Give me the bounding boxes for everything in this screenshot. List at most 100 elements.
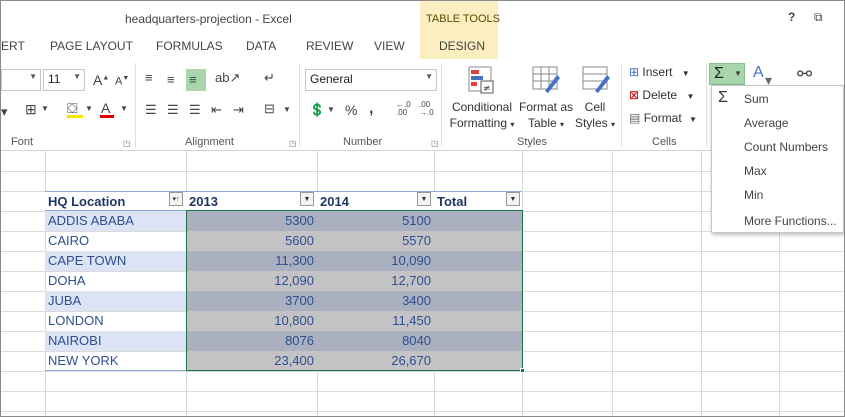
font-color-dropdown-icon[interactable]: ▼ bbox=[120, 105, 128, 113]
excel-window: headquarters-projection - Excel TABLE TO… bbox=[0, 0, 845, 417]
sort-filter-icon[interactable]: A bbox=[753, 65, 764, 81]
align-right-icon[interactable]: ☰ bbox=[189, 103, 201, 116]
delete-icon: ⊠ bbox=[629, 88, 640, 102]
table-tools-label: TABLE TOOLS bbox=[426, 13, 500, 25]
table-row-location[interactable]: ADDIS ABABA bbox=[45, 211, 186, 231]
cell-styles-button[interactable]: Cell Styles ▾ bbox=[573, 99, 617, 133]
table-row-location[interactable]: DOHA bbox=[45, 271, 186, 291]
decrease-indent-icon[interactable]: ⇤ bbox=[211, 103, 222, 116]
separator bbox=[706, 63, 707, 147]
autosum-dropdown-icon: ▼ bbox=[734, 69, 742, 78]
format-icon: ▤ bbox=[629, 111, 641, 125]
separator bbox=[441, 63, 442, 147]
header-2013[interactable]: 2013 bbox=[186, 191, 317, 211]
top-align-icon[interactable]: ≡ bbox=[145, 71, 153, 84]
separator bbox=[299, 63, 300, 147]
tab-formulas[interactable]: FORMULAS bbox=[156, 39, 223, 53]
center-icon[interactable]: ☰ bbox=[167, 103, 179, 116]
menu-item-more-functions[interactable]: More Functions... bbox=[744, 214, 837, 228]
comma-style-button[interactable]: , bbox=[369, 101, 373, 117]
percent-style-button[interactable]: % bbox=[345, 103, 357, 117]
number-group-label: Number bbox=[343, 136, 383, 148]
fill-handle[interactable] bbox=[520, 368, 525, 373]
shrink-font-button[interactable]: A▼ bbox=[115, 75, 129, 88]
filter-dropdown-icon[interactable]: ▼ bbox=[417, 192, 431, 206]
merge-dropdown-icon[interactable]: ▼ bbox=[283, 106, 291, 114]
format-as-table-button[interactable]: Format as Table ▾ bbox=[517, 99, 575, 133]
font-dialog-launcher[interactable]: ◳ bbox=[123, 139, 131, 148]
alignment-group-label: Alignment bbox=[185, 136, 234, 148]
sum-sigma-icon: Σ bbox=[718, 89, 728, 106]
middle-align-icon[interactable]: ≡ bbox=[167, 73, 175, 86]
orientation-icon[interactable]: ab↗ bbox=[215, 71, 240, 84]
borders-icon[interactable]: ⊞ bbox=[25, 102, 37, 116]
menu-item-min[interactable]: Min bbox=[744, 188, 763, 202]
menu-item-average[interactable]: Average bbox=[744, 116, 788, 130]
font-size-value: 11 bbox=[48, 72, 61, 86]
accounting-format-icon[interactable]: 💲 bbox=[309, 103, 325, 116]
increase-decimal-button[interactable]: ←.0 .00 bbox=[396, 101, 411, 117]
format-dropdown-icon: ▼ bbox=[689, 115, 697, 124]
cells-group-label: Cells bbox=[652, 136, 677, 148]
table-row-location[interactable]: NEW YORK bbox=[45, 351, 186, 371]
ribbon-display-options-button[interactable]: ⧉ bbox=[814, 10, 823, 25]
header-hq-location[interactable]: HQ Location bbox=[45, 191, 186, 211]
format-cells-button[interactable]: ▤ Format ▼ bbox=[629, 111, 697, 125]
table-row-location[interactable]: JUBA bbox=[45, 291, 186, 311]
delete-cells-button[interactable]: ⊠ Delete ▼ bbox=[629, 88, 694, 102]
alignment-dialog-launcher[interactable]: ◳ bbox=[289, 139, 297, 148]
table-row-location[interactable]: CAPE TOWN bbox=[45, 251, 186, 271]
filter-sorted-icon[interactable]: ▾↑ bbox=[169, 192, 183, 206]
styles-group-label: Styles bbox=[517, 136, 547, 148]
find-select-icon[interactable]: ⚯ bbox=[797, 65, 812, 83]
table-row-location[interactable]: CAIRO bbox=[45, 231, 186, 251]
table-row-location[interactable]: LONDON bbox=[45, 311, 186, 331]
font-group-label: Font bbox=[11, 136, 34, 148]
wrap-text-icon[interactable]: ↵ bbox=[264, 71, 275, 84]
underline-dropdown-icon[interactable]: ▾ bbox=[1, 105, 8, 118]
accounting-dropdown-icon[interactable]: ▼ bbox=[327, 106, 335, 114]
tab-review[interactable]: REVIEW bbox=[306, 39, 353, 53]
tab-design[interactable]: DESIGN bbox=[439, 39, 485, 53]
row-line bbox=[1, 391, 844, 392]
cell-styles-icon bbox=[582, 66, 610, 93]
menu-item-max[interactable]: Max bbox=[744, 164, 767, 178]
borders-dropdown-icon[interactable]: ▼ bbox=[41, 105, 49, 113]
format-as-table-icon bbox=[532, 66, 560, 93]
tab-page-layout[interactable]: PAGE LAYOUT bbox=[50, 39, 133, 53]
font-size-combo[interactable]: 11 ▼ bbox=[43, 69, 85, 91]
selection-range-border bbox=[186, 210, 523, 371]
number-dialog-launcher[interactable]: ◳ bbox=[431, 139, 439, 148]
filter-dropdown-icon[interactable]: ▼ bbox=[506, 192, 520, 206]
font-color-icon[interactable]: A bbox=[101, 101, 110, 115]
help-button[interactable]: ? bbox=[788, 10, 795, 24]
conditional-formatting-icon: ≠ bbox=[468, 66, 494, 94]
table-row-location[interactable]: NAIROBI bbox=[45, 331, 186, 351]
insert-cells-button[interactable]: ⊞ Insert ▼ bbox=[629, 65, 690, 79]
row-line bbox=[1, 411, 844, 412]
fill-color-icon[interactable]: ⛋ bbox=[67, 101, 78, 115]
filter-dropdown-icon[interactable]: ▼ bbox=[300, 192, 314, 206]
tab-view[interactable]: VIEW bbox=[374, 39, 405, 53]
fill-color-dropdown-icon[interactable]: ▼ bbox=[85, 105, 93, 113]
tab-data[interactable]: DATA bbox=[246, 39, 276, 53]
font-color-swatch bbox=[100, 115, 114, 118]
number-format-combo[interactable]: General ▼ bbox=[305, 69, 437, 91]
autosum-menu: Σ Sum Average Count Numbers Max Min More… bbox=[711, 85, 844, 233]
decrease-decimal-button[interactable]: .00 →.0 bbox=[419, 101, 434, 117]
fill-color-swatch bbox=[67, 115, 83, 118]
window-title: headquarters-projection - Excel bbox=[125, 12, 292, 26]
tab-insert[interactable]: ERT bbox=[1, 39, 25, 53]
menu-item-sum[interactable]: Sum bbox=[744, 92, 769, 106]
increase-indent-icon[interactable]: ⇥ bbox=[233, 103, 244, 116]
autosum-button[interactable]: Σ ▼ bbox=[709, 63, 745, 85]
conditional-formatting-button[interactable]: Conditional Formatting ▾ bbox=[447, 99, 517, 133]
sigma-icon: Σ bbox=[714, 65, 724, 82]
align-left-icon[interactable]: ☰ bbox=[145, 103, 157, 116]
delete-dropdown-icon: ▼ bbox=[686, 92, 695, 101]
bottom-align-icon[interactable]: ≡ bbox=[186, 69, 206, 91]
font-name-combo[interactable]: ▼ bbox=[1, 69, 41, 91]
merge-center-icon[interactable]: ⊟ bbox=[264, 102, 275, 115]
grow-font-button[interactable]: A▲ bbox=[93, 73, 109, 87]
menu-item-count-numbers[interactable]: Count Numbers bbox=[744, 140, 828, 154]
